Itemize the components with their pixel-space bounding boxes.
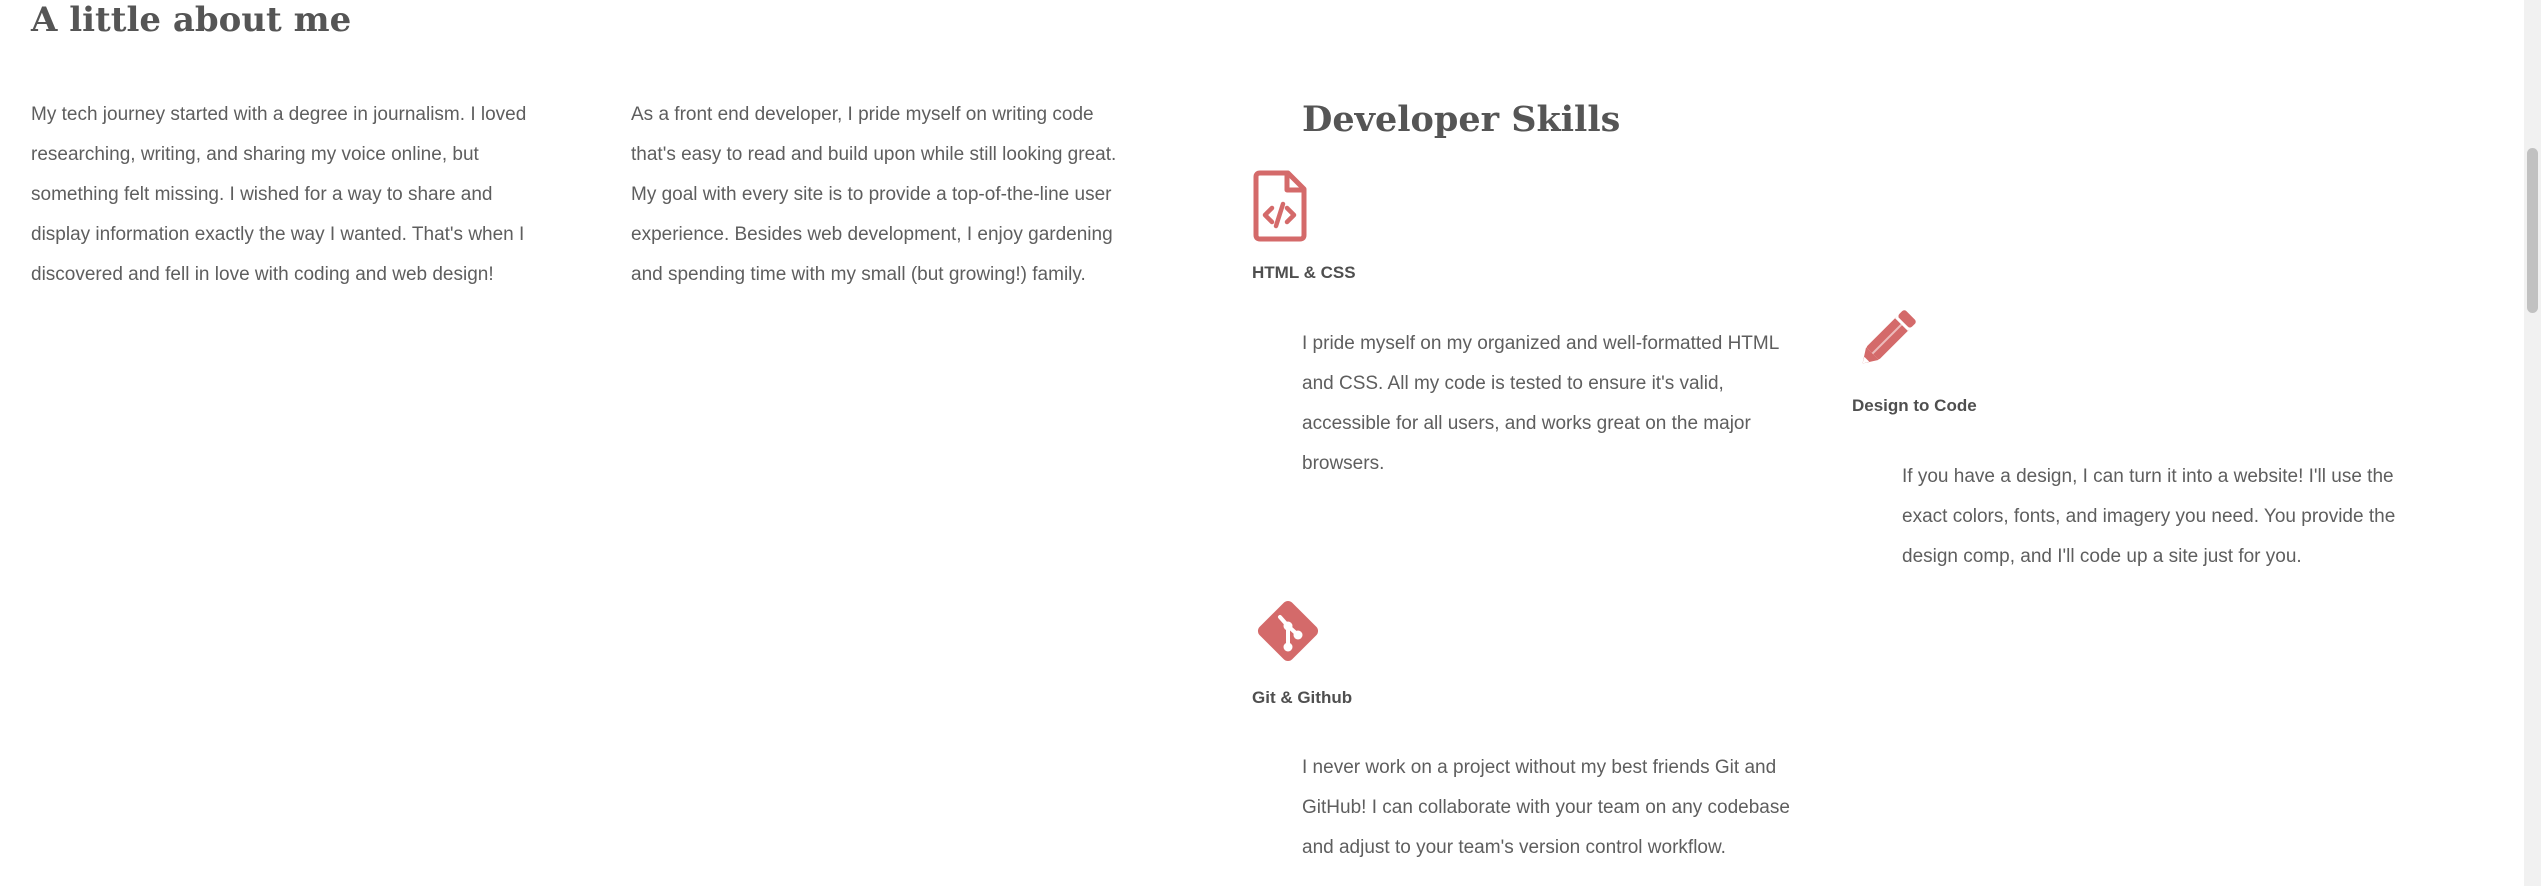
skill-name-design-to-code: Design to Code (1852, 396, 1977, 415)
scrollbar-thumb[interactable] (2527, 148, 2538, 313)
skill-name-html-css: HTML & CSS (1252, 263, 1356, 282)
about-paragraph-1: My tech journey started with a degree in… (31, 104, 527, 285)
git-icon (1257, 600, 1319, 662)
skills-title: Developer Skills (1302, 99, 1621, 140)
skill-name-git-github: Git & Github (1252, 688, 1353, 707)
pencil-icon (1862, 310, 1916, 364)
about-paragraph-2: As a front end developer, I pride myself… (631, 104, 1117, 285)
page: A little about me My tech journey starte… (0, 0, 2524, 886)
skill-desc-design-to-code: If you have a design, I can turn it into… (1902, 466, 2396, 567)
skill-desc-git-github: I never work on a project without my bes… (1302, 757, 1790, 858)
about-title: A little about me (31, 0, 352, 40)
skill-desc-html-css: I pride myself on my organized and well-… (1302, 333, 1779, 474)
file-code-icon (1253, 170, 1307, 242)
page-scrollbar[interactable] (2524, 0, 2541, 886)
